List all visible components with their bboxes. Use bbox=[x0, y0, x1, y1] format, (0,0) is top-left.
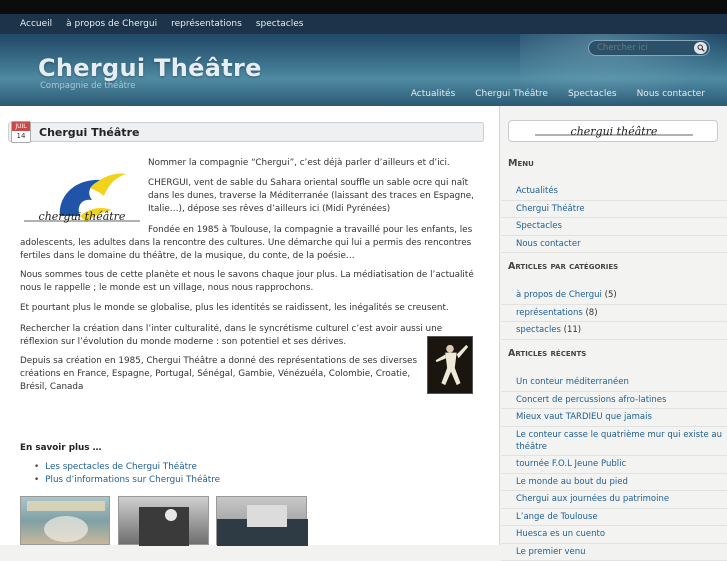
logo-text: chergui théâtre bbox=[39, 210, 126, 223]
en-savoir-plus: En savoir plus … bbox=[20, 443, 101, 453]
recent-heading: Articles récents bbox=[508, 348, 586, 359]
search-input[interactable] bbox=[589, 43, 689, 53]
menu-heading: Menu bbox=[508, 158, 534, 169]
recent-item[interactable]: Le conteur casse le quatrième mur qui ex… bbox=[501, 427, 727, 457]
thumbnail-3[interactable] bbox=[216, 496, 307, 545]
top-nav: Accueil à propos de Chergui représentati… bbox=[0, 14, 727, 34]
search-box bbox=[588, 40, 710, 56]
topnav-a-propos[interactable]: à propos de Chergui bbox=[66, 19, 157, 29]
mainnav-actualites[interactable]: Actualités bbox=[411, 89, 455, 99]
paragraph-3: Fondée en 1985 à Toulouse, la compagnie … bbox=[20, 224, 480, 263]
link-informations[interactable]: Plus d’informations sur Chergui Théâtre bbox=[34, 475, 220, 485]
paragraph-2: CHERGUI, vent de sable du Sahara orienta… bbox=[148, 177, 478, 216]
topnav-spectacles[interactable]: spectacles bbox=[256, 19, 304, 29]
recent-item[interactable]: Concert de percussions afro-latines bbox=[501, 392, 727, 410]
menu-actualites[interactable]: Actualités bbox=[501, 183, 727, 201]
mainnav-spectacles[interactable]: Spectacles bbox=[568, 89, 617, 99]
recent-item[interactable]: Le premier venu bbox=[501, 544, 727, 561]
mainnav-chergui-theatre[interactable]: Chergui Théâtre bbox=[475, 89, 548, 99]
recent-item[interactable]: Mieux vaut TARDIEU que jamais bbox=[501, 409, 727, 427]
recent-list: Un conteur méditerranéen Concert de perc… bbox=[501, 374, 727, 561]
paragraph-1: Nommer la compagnie “Chergui”, c’est déj… bbox=[148, 157, 488, 170]
paragraph-5: Et pourtant plus le monde se globalise, … bbox=[20, 302, 480, 315]
date-month: JUIL bbox=[12, 122, 30, 131]
thumbnail-1[interactable] bbox=[20, 496, 110, 545]
top-bar bbox=[0, 0, 727, 14]
main-nav: Actualités Chergui Théâtre Spectacles No… bbox=[391, 89, 705, 99]
date-day: 14 bbox=[12, 131, 30, 142]
recent-item[interactable]: L’ange de Toulouse bbox=[501, 509, 727, 527]
categories-heading: Articles par catégories bbox=[508, 261, 618, 272]
topnav-representations[interactable]: représentations bbox=[171, 19, 242, 29]
recent-item[interactable]: Chergui aux journées du patrimoine bbox=[501, 491, 727, 509]
post-title[interactable]: Chergui Théâtre bbox=[39, 126, 139, 139]
calendar-icon: JUIL 14 bbox=[11, 121, 31, 143]
thumbnail-3-art bbox=[217, 497, 308, 546]
site-header: Chergui Théâtre Compagnie de théâtre Act… bbox=[0, 34, 727, 106]
recent-item[interactable]: Huesca es un cuento bbox=[501, 526, 727, 544]
recent-item[interactable]: Le monde au bout du pied bbox=[501, 474, 727, 492]
sidebar-logo-art: chergui théâtre bbox=[509, 121, 719, 143]
categories-list: à propos de Chergui (5) représentations … bbox=[501, 287, 727, 340]
post-header: JUIL 14 Chergui Théâtre bbox=[8, 122, 484, 142]
recent-item[interactable]: tournée F.O.L Jeune Public bbox=[501, 456, 727, 474]
more-links: Les spectacles de Chergui Théâtre Plus d… bbox=[34, 462, 220, 488]
category-a-propos[interactable]: à propos de Chergui (5) bbox=[501, 287, 727, 305]
category-count: (11) bbox=[564, 325, 581, 335]
menu-chergui-theatre[interactable]: Chergui Théâtre bbox=[501, 201, 727, 219]
category-name[interactable]: spectacles bbox=[516, 325, 561, 335]
main-content: JUIL 14 Chergui Théâtre chergui théâtre … bbox=[0, 106, 500, 545]
category-count: (8) bbox=[585, 308, 597, 318]
menu-list: Actualités Chergui Théâtre Spectacles No… bbox=[501, 183, 727, 253]
sidebar-logo-text: chergui théâtre bbox=[571, 125, 658, 138]
category-count: (5) bbox=[605, 290, 617, 300]
paragraph-4: Nous sommes tous de cette planète et nou… bbox=[20, 269, 480, 295]
sidebar: chergui théâtre Menu Actualités Chergui … bbox=[501, 106, 727, 545]
search-icon bbox=[697, 44, 705, 52]
paragraph-7: Depuis sa création en 1985, Chergui Théâ… bbox=[20, 355, 420, 394]
thumbnail-2[interactable] bbox=[118, 496, 209, 545]
topnav-accueil[interactable]: Accueil bbox=[20, 19, 52, 29]
category-representations[interactable]: représentations (8) bbox=[501, 305, 727, 323]
dancer-photo bbox=[427, 336, 473, 394]
sidebar-logo[interactable]: chergui théâtre bbox=[508, 120, 718, 142]
site-title[interactable]: Chergui Théâtre bbox=[38, 54, 262, 82]
recent-item[interactable]: Un conteur méditerranéen bbox=[501, 374, 727, 392]
link-spectacles[interactable]: Les spectacles de Chergui Théâtre bbox=[34, 462, 220, 472]
thumbnail-2-art bbox=[119, 497, 210, 546]
category-spectacles[interactable]: spectacles (11) bbox=[501, 322, 727, 340]
mainnav-contact[interactable]: Nous contacter bbox=[637, 89, 705, 99]
thumbnail-1-art bbox=[21, 497, 111, 546]
menu-contact[interactable]: Nous contacter bbox=[501, 236, 727, 254]
menu-spectacles[interactable]: Spectacles bbox=[501, 218, 727, 236]
site-tagline: Compagnie de théâtre bbox=[40, 81, 135, 91]
category-name[interactable]: à propos de Chergui bbox=[516, 290, 602, 300]
paragraph-6: Rechercher la création dans l’inter cult… bbox=[20, 323, 470, 349]
category-name[interactable]: représentations bbox=[516, 308, 583, 318]
search-button[interactable] bbox=[694, 42, 707, 54]
